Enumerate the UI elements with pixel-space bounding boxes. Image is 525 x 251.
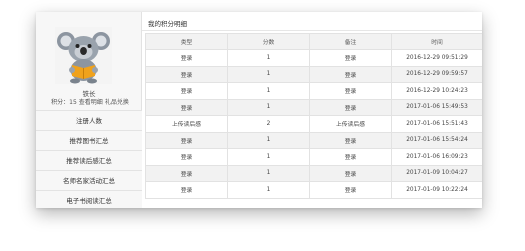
column-header-note: 备注	[309, 33, 392, 50]
view-details-link[interactable]: 查看明细	[79, 99, 103, 106]
cell-type: 登录	[145, 164, 228, 182]
cell-score: 1	[227, 148, 310, 166]
table-row: 登录 1 登录 2016-12-29 09:51:29	[145, 49, 482, 67]
cell-time: 2016-12-29 09:51:29	[391, 49, 482, 67]
column-header-time: 时间	[391, 33, 482, 50]
cell-type: 登录	[145, 148, 228, 166]
cell-note: 登录	[309, 98, 392, 116]
column-header-score: 分数	[227, 33, 310, 50]
table-row: 上传读后感 2 上传读后感 2017-01-06 15:51:43	[145, 115, 482, 133]
cell-time: 2017-01-06 15:51:43	[391, 115, 482, 133]
main-panel: 我的积分明细 类型 分数 备注 时间 登录 1 登录 2016-12-29 09…	[142, 12, 482, 208]
table-row: 登录 1 登录 2017-01-06 15:49:53	[145, 98, 482, 116]
cell-type: 登录	[145, 49, 228, 67]
title-divider	[142, 30, 482, 31]
cell-time: 2016-12-29 09:59:57	[391, 65, 482, 83]
cell-time: 2017-01-09 10:22:24	[391, 181, 482, 199]
cell-time: 2017-01-06 15:49:53	[391, 98, 482, 116]
points-label: 积分：15	[51, 99, 77, 106]
page-title: 我的积分明细	[148, 20, 187, 28]
cell-time: 2017-01-09 10:04:27	[391, 164, 482, 182]
table-row: 登录 1 登录 2017-01-09 10:04:27	[145, 164, 482, 182]
cell-note: 登录	[309, 148, 392, 166]
cell-score: 1	[227, 82, 310, 100]
cell-note: 登录	[309, 82, 392, 100]
user-points: 积分：15 查看明细 礼品兑换	[36, 97, 142, 106]
cell-score: 1	[227, 131, 310, 149]
cell-score: 1	[227, 65, 310, 83]
cell-type: 上传读后感	[145, 115, 228, 133]
cell-type: 登录	[145, 98, 228, 116]
cell-score: 1	[227, 98, 310, 116]
cell-time: 2016-12-29 10:24:23	[391, 82, 482, 100]
sidebar-item-famous-teacher-events[interactable]: 名师名家活动汇总	[36, 170, 142, 190]
cell-time: 2017-01-06 15:54:24	[391, 131, 482, 149]
column-header-type: 类型	[145, 33, 228, 50]
cell-note: 登录	[309, 164, 392, 182]
table-header-row: 类型 分数 备注 时间	[145, 33, 482, 50]
sidebar-item-recommended-books[interactable]: 推荐图书汇总	[36, 130, 142, 150]
koala-avatar-icon	[57, 32, 110, 84]
sidebar-nav: 注册人数 推荐图书汇总 推荐读后感汇总 名师名家活动汇总 电子书阅读汇总	[36, 110, 142, 208]
cell-score: 1	[227, 164, 310, 182]
points-table: 类型 分数 备注 时间 登录 1 登录 2016-12-29 09:51:29 …	[145, 33, 482, 199]
table-row: 登录 1 登录 2016-12-29 10:24:23	[145, 82, 482, 100]
app-window: 铁长 积分：15 查看明细 礼品兑换 注册人数 推荐图书汇总 推荐读后感汇总 名师名…	[36, 12, 482, 208]
cell-type: 登录	[145, 82, 228, 100]
cell-type: 登录	[145, 65, 228, 83]
cell-note: 登录	[309, 49, 392, 67]
sidebar-item-recommended-reviews[interactable]: 推荐读后感汇总	[36, 150, 142, 170]
cell-score: 2	[227, 115, 310, 133]
cell-score: 1	[227, 181, 310, 199]
cell-note: 上传读后感	[309, 115, 392, 133]
table-row: 登录 1 登录 2016-12-29 09:59:57	[145, 65, 482, 83]
table-row: 登录 1 登录 2017-01-06 16:09:23	[145, 148, 482, 166]
sidebar-item-ebook-reading[interactable]: 电子书阅读汇总	[36, 190, 142, 208]
cell-type: 登录	[145, 131, 228, 149]
cell-note: 登录	[309, 65, 392, 83]
table-row: 登录 1 登录 2017-01-06 15:54:24	[145, 131, 482, 149]
cell-note: 登录	[309, 181, 392, 199]
cell-score: 1	[227, 49, 310, 67]
table-row: 登录 1 登录 2017-01-09 10:22:24	[145, 181, 482, 199]
sidebar-item-registrations[interactable]: 注册人数	[36, 110, 142, 130]
cell-type: 登录	[145, 181, 228, 199]
gift-exchange-link[interactable]: 礼品兑换	[105, 99, 129, 106]
avatar	[55, 27, 112, 84]
sidebar: 铁长 积分：15 查看明细 礼品兑换 注册人数 推荐图书汇总 推荐读后感汇总 名师名…	[36, 12, 142, 208]
cell-time: 2017-01-06 16:09:23	[391, 148, 482, 166]
cell-note: 登录	[309, 131, 392, 149]
